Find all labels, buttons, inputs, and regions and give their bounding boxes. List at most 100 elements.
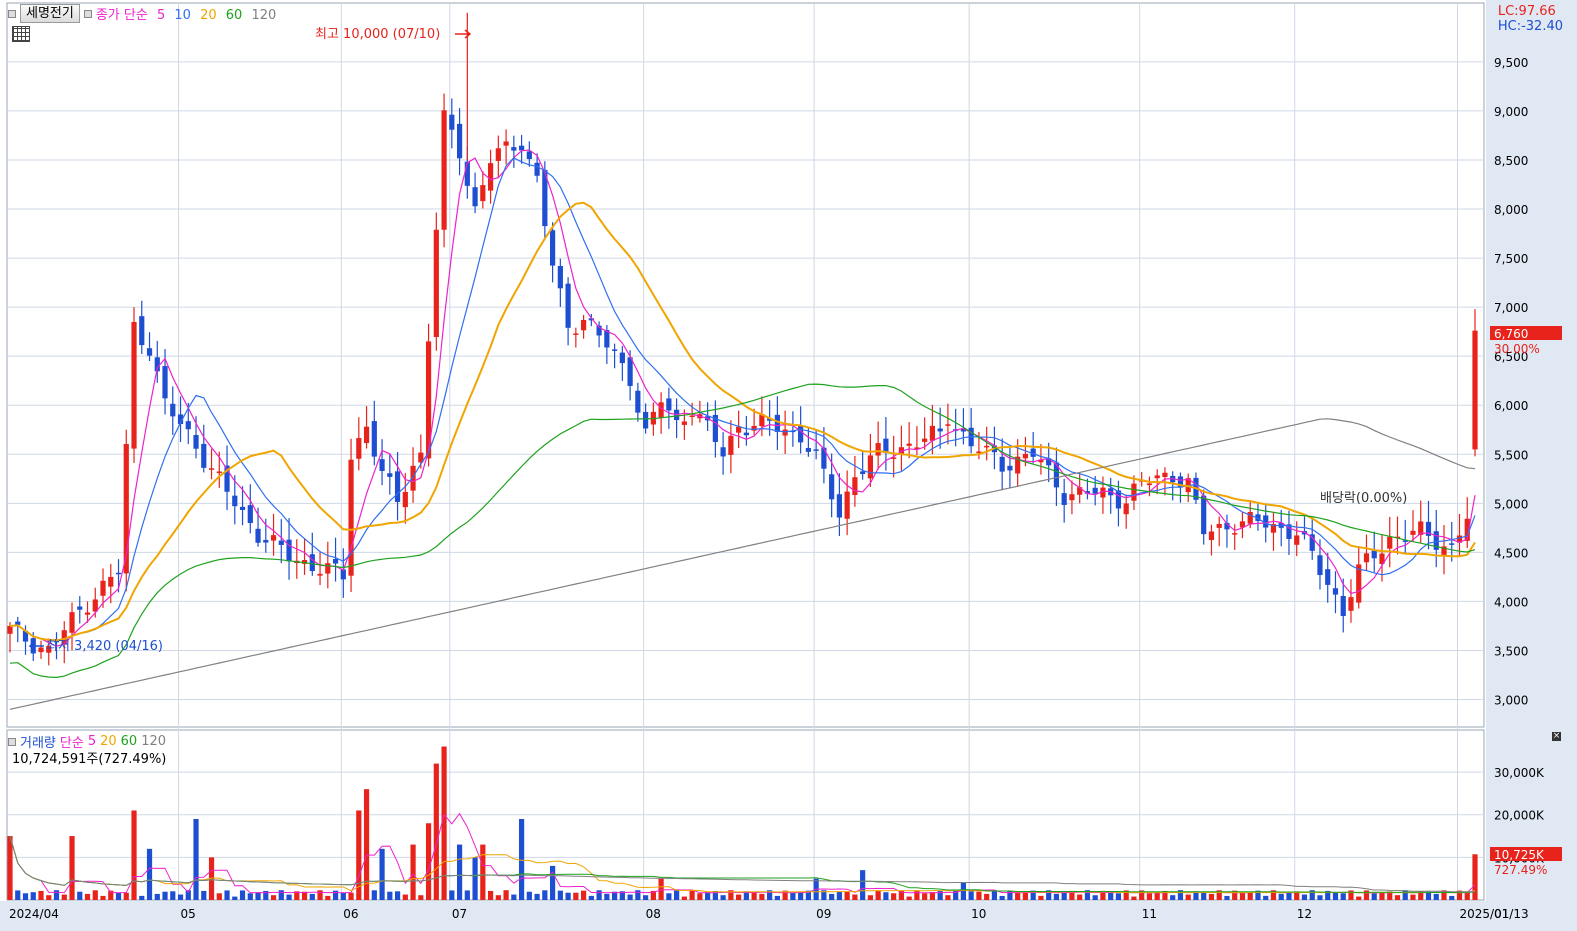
volume-ma20-line	[9, 835, 1476, 894]
volume-bar	[1131, 896, 1137, 900]
candle-body	[836, 494, 842, 518]
price-tick-label: 7,000	[1494, 301, 1528, 315]
lc-value: LC:97.66	[1497, 4, 1556, 19]
volume-bar	[139, 895, 145, 900]
candle-body	[84, 612, 91, 615]
volume-bar	[239, 890, 246, 900]
collapse-square-icon[interactable]	[8, 9, 16, 18]
table-grid-icon[interactable]	[12, 26, 30, 42]
volume-bar	[154, 893, 160, 900]
volume-bar	[131, 810, 137, 900]
candle-body	[643, 412, 649, 429]
volume-bar	[418, 895, 424, 900]
candle-body	[115, 572, 122, 575]
candle-body	[239, 506, 246, 510]
volume-bar	[1410, 894, 1416, 900]
volume-info: 10,724,591주(727.49%)	[12, 752, 167, 767]
candle-body	[728, 435, 734, 455]
volume-bar	[774, 895, 780, 900]
candle-body	[69, 612, 75, 633]
time-tick-label: 07	[452, 907, 467, 921]
volume-bar	[69, 836, 75, 900]
time-axis-bg	[0, 901, 1577, 931]
hc-value: HC:-32.40	[1497, 19, 1563, 34]
candle-body	[1069, 494, 1075, 501]
volume-bar	[697, 893, 703, 900]
candle-body	[1332, 588, 1339, 595]
volume-bar	[604, 893, 610, 900]
candle-body	[875, 443, 881, 456]
volume-bar	[852, 894, 858, 900]
candle-body	[573, 333, 579, 335]
volume-bar	[518, 819, 525, 900]
price-tick-label: 9,000	[1494, 105, 1528, 119]
volume-bar	[100, 895, 106, 900]
candle-body	[379, 459, 385, 471]
chart-canvas[interactable]: 3,0003,5004,0004,5005,0005,5006,0006,500…	[0, 0, 1577, 931]
stock-title-button[interactable]: 세명전기	[20, 4, 80, 23]
volume-bar	[394, 891, 401, 900]
volume-bar	[689, 890, 695, 900]
volume-bar	[549, 865, 556, 900]
ma120-line	[9, 418, 1476, 710]
volume-bar	[224, 890, 230, 900]
time-tick-label: 06	[343, 907, 358, 921]
volume-bar	[1154, 892, 1160, 900]
volume-bar	[1053, 893, 1060, 900]
volume-bar	[1077, 894, 1083, 900]
volume-bar	[1332, 892, 1339, 900]
current-price-pct: 30.00%	[1494, 342, 1540, 356]
volume-bar	[1038, 895, 1044, 900]
volume-bar	[247, 893, 253, 900]
candle-body	[1410, 530, 1416, 535]
high-annotation: 최고 10,000 (07/10)	[315, 27, 440, 42]
legend-ma20: 20	[200, 8, 217, 23]
candle-body	[805, 448, 811, 452]
close-pane-icon[interactable]: ×	[1552, 732, 1561, 741]
candle-body	[627, 357, 633, 386]
volume-bar	[371, 890, 377, 900]
candle-body	[534, 162, 540, 176]
candle-body	[131, 321, 137, 449]
candle-body	[736, 426, 742, 433]
volume-bar	[1317, 895, 1323, 900]
volume-bar	[115, 892, 122, 900]
candle-body	[774, 414, 780, 432]
candle-body	[1348, 597, 1354, 611]
volume-bar	[1108, 892, 1114, 900]
volume-bar	[480, 844, 486, 900]
volume-bar	[22, 893, 29, 900]
candle-body	[782, 429, 788, 436]
candle-body	[38, 647, 44, 653]
volume-bar	[503, 890, 509, 900]
candle-body	[681, 421, 687, 425]
volume-bar	[425, 823, 432, 900]
candle-body	[945, 424, 951, 426]
candle-body	[1294, 535, 1300, 545]
volume-bar	[929, 892, 936, 900]
volume-bar	[674, 890, 680, 900]
candle-body	[464, 161, 470, 186]
volume-bar	[643, 895, 649, 900]
volume-legend-ma20: 20	[100, 734, 117, 749]
volume-bar	[53, 890, 60, 900]
candle-body	[433, 229, 439, 338]
candle-body	[565, 283, 571, 328]
volume-bar	[968, 891, 974, 900]
candle-body	[1387, 536, 1393, 549]
volume-bar	[348, 892, 354, 900]
candle-body	[1449, 543, 1455, 545]
volume-bar	[1472, 854, 1478, 900]
candle-body	[922, 438, 928, 442]
volume-bar	[945, 895, 951, 900]
volume-bar	[1340, 893, 1346, 900]
ma10-line	[9, 157, 1476, 641]
candle-body	[743, 432, 749, 436]
candle-body	[185, 421, 191, 430]
price-legend[interactable]: 종가 단순 5 10 20 60 120	[96, 4, 281, 23]
volume-bar	[1394, 895, 1401, 900]
volume-bar	[410, 844, 416, 900]
volume-bar	[565, 892, 571, 900]
candle-body	[557, 265, 563, 289]
candle-body	[1123, 503, 1129, 515]
